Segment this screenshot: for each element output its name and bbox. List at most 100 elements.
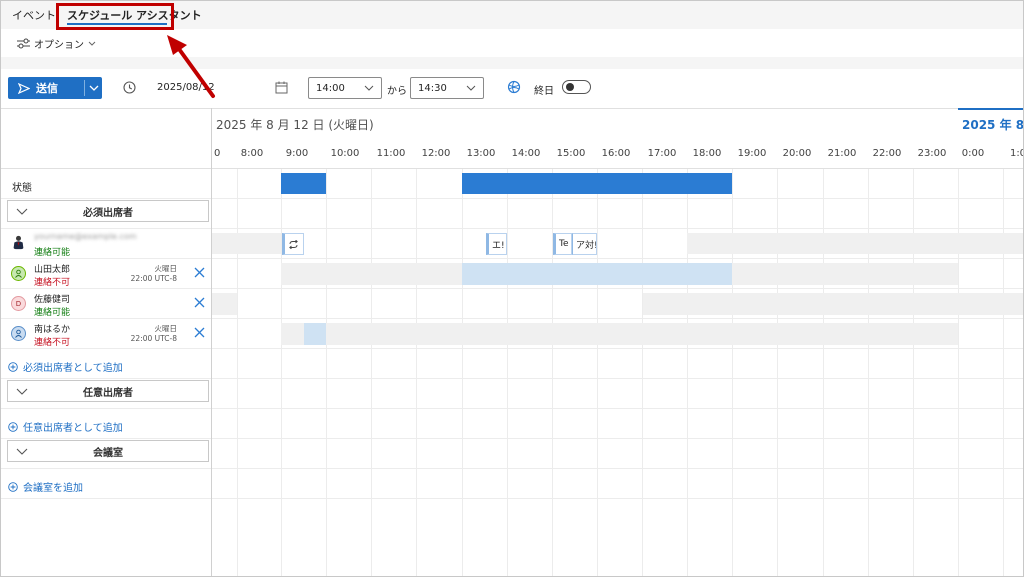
availability-band <box>212 293 237 315</box>
row-line <box>1 468 1023 469</box>
hour-label: 22:00 <box>872 148 902 159</box>
grid-column-line <box>868 169 869 576</box>
required-attendees-label: 必須出席者 <box>83 207 133 219</box>
timeline-date-heading: 2025 年 8 月 12 日 (火曜日) <box>216 118 374 132</box>
attendee-row[interactable]: D 佐藤健司 連絡可能 <box>7 289 211 319</box>
attendee-status: 連絡不可 <box>34 278 71 288</box>
add-required-attendee-link[interactable]: 必須出席者として追加 <box>8 359 123 374</box>
hour-label: 17:00 <box>647 148 677 159</box>
hour-label: 11:00 <box>376 148 406 159</box>
remove-attendee-close-icon[interactable] <box>194 267 205 278</box>
rooms-header[interactable]: 会議室 <box>7 440 209 462</box>
hour-label: 13:00 <box>466 148 496 159</box>
availability-band <box>687 233 1023 254</box>
chevron-down-icon <box>466 85 476 91</box>
add-optional-attendee-link[interactable]: 任意出席者として追加 <box>8 419 123 434</box>
tentative-block <box>462 263 732 285</box>
attendee-local-day: 火曜日 <box>154 264 178 273</box>
row-line <box>1 378 1023 379</box>
time-zone-icon[interactable] <box>507 80 521 94</box>
calendar-event[interactable]: エ! <box>486 233 507 255</box>
hour-label: 8:00 <box>240 148 264 159</box>
attendee-local-day: 火曜日 <box>154 324 178 333</box>
chevron-down-icon <box>364 85 374 91</box>
end-time-value: 14:30 <box>418 82 447 94</box>
rooms-label: 会議室 <box>93 447 123 459</box>
status-row-label: 状態 <box>12 183 32 194</box>
calendar-event[interactable]: ア対! <box>572 233 597 255</box>
add-room-label: 会議室を追加 <box>23 483 83 494</box>
remove-attendee-close-icon[interactable] <box>194 327 205 338</box>
schedule-assistant-window: イベント スケジュール アシスタント オプション 送信 2025/08/12 1… <box>0 0 1024 577</box>
grid-column-line <box>958 169 959 576</box>
toggle-knob <box>566 83 574 91</box>
person-icon <box>11 266 26 281</box>
all-day-toggle[interactable] <box>562 80 591 94</box>
busy-block <box>281 173 326 194</box>
hour-label: 23:00 <box>917 148 947 159</box>
hour-label: 19:00 <box>737 148 767 159</box>
end-time-select[interactable]: 14:30 <box>410 77 484 99</box>
attendee-status: 連絡可能 <box>34 248 71 258</box>
grid-column-line <box>642 169 643 576</box>
grid-column-line <box>913 169 914 576</box>
required-attendees-header[interactable]: 必須出席者 <box>7 200 209 222</box>
next-day-indicator <box>958 108 1023 110</box>
recurring-icon <box>289 239 298 249</box>
grid-column-line <box>416 169 417 576</box>
row-line <box>1 408 1023 409</box>
attendee-name: 山田太郎 <box>34 265 71 275</box>
remove-attendee-close-icon[interactable] <box>194 297 205 308</box>
availability-band <box>643 293 1023 315</box>
avatar-letter: D <box>11 296 26 311</box>
grid-column-line <box>777 169 778 576</box>
availability-band <box>212 233 281 254</box>
hour-label: 1:0 <box>1009 148 1023 159</box>
row-line <box>1 438 1023 439</box>
hour-label: 15:00 <box>556 148 586 159</box>
annotation-arrow-icon <box>167 35 215 98</box>
grid-column-line <box>237 169 238 576</box>
hour-label: 21:00 <box>827 148 857 159</box>
attendee-row[interactable]: 山田太郎 連絡不可 火曜日 22:00 UTC-8 <box>7 259 211 289</box>
optional-attendees-header[interactable]: 任意出席者 <box>7 380 209 402</box>
grid-column-line <box>687 169 688 576</box>
start-time-select[interactable]: 14:00 <box>308 77 382 99</box>
tentative-block <box>304 323 326 345</box>
attendee-name: yourname@example.com <box>34 232 137 241</box>
row-line <box>1 168 1023 169</box>
attendee-local-time: 22:00 UTC-8 <box>130 334 177 343</box>
grid-column-line <box>281 169 282 576</box>
add-room-link[interactable]: 会議室を追加 <box>8 479 83 494</box>
time-range-separator: から <box>387 86 407 97</box>
availability-band <box>281 323 958 345</box>
attendee-row[interactable]: 南はるか 連絡不可 火曜日 22:00 UTC-8 <box>7 319 211 349</box>
row-line <box>1 498 1023 499</box>
hour-label: 14:00 <box>511 148 541 159</box>
add-required-label: 必須出席者として追加 <box>23 363 123 374</box>
hour-label: 0:00 <box>961 148 985 159</box>
hour-label: 0 <box>214 148 221 159</box>
calendar-event[interactable]: Te <box>553 233 572 255</box>
busy-block <box>462 173 732 194</box>
add-circle-icon <box>8 421 18 432</box>
start-time-value: 14:00 <box>316 82 345 94</box>
grid-column-line <box>371 169 372 576</box>
add-circle-icon <box>8 361 18 372</box>
hour-label: 20:00 <box>782 148 812 159</box>
hour-label: 10:00 <box>330 148 360 159</box>
grid-column-line <box>462 169 463 576</box>
grid-column-line <box>507 169 508 576</box>
optional-attendees-label: 任意出席者 <box>83 387 133 399</box>
attendee-row[interactable]: yourname@example.com 連絡可能 <box>7 229 211 259</box>
attendee-local-time: 22:00 UTC-8 <box>130 274 177 283</box>
grid-column-line <box>597 169 598 576</box>
calendar-event[interactable] <box>282 233 304 255</box>
person-photo-icon <box>13 235 24 250</box>
attendee-status: 連絡不可 <box>34 338 71 348</box>
calendar-icon[interactable] <box>275 81 288 94</box>
hour-label: 18:00 <box>692 148 722 159</box>
attendee-name: 佐藤健司 <box>34 295 71 305</box>
all-day-label: 終日 <box>534 86 554 97</box>
grid-column-line <box>823 169 824 576</box>
